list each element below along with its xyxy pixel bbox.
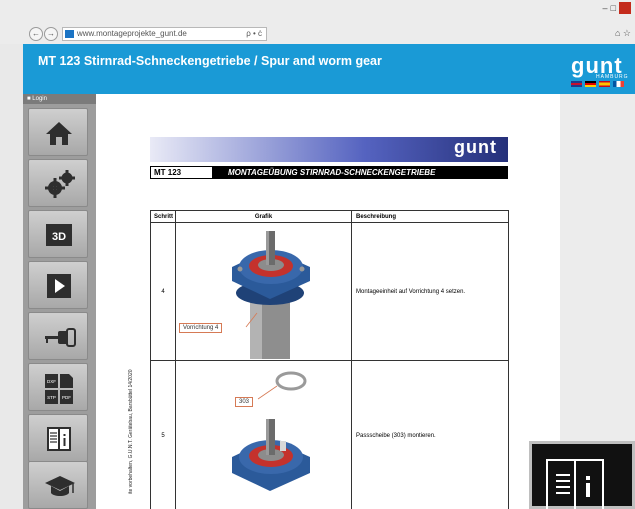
table-header-row: Schritt Grafik Beschreibung [150,210,509,223]
fixture-callout: Vorrichtung 4 [179,323,223,333]
column-header-description: Beschreibung [351,210,509,223]
play-video-button[interactable] [28,261,88,309]
column-header-graphic: Grafik [175,210,352,223]
svg-text:STP: STP [47,395,56,400]
home-button[interactable] [28,108,88,156]
page-title: MT 123 Stirnrad-Schneckengetriebe / Spur… [38,54,382,68]
browser-chrome: – □ ← → www.montageprojekte_gunt.de ρ • … [0,0,635,44]
copyright-note: ite vorbehalten, G.U.N.T. Gerätebau, Bar… [128,344,138,499]
gears-icon [45,170,75,198]
document-logo-text: gunt [454,137,497,157]
sidebar: 3D DXF STP PDF [23,104,96,509]
step-graphic: 303 [175,360,352,509]
flag-de-icon[interactable] [585,81,596,87]
shim-callout: 303 [235,397,254,407]
book-info-icon [546,459,604,509]
address-bar[interactable]: www.montageprojekte_gunt.de ρ • ċ [62,27,267,41]
step-number: 5 [150,360,176,509]
maximize-button[interactable]: □ [611,3,616,13]
copyright-text: ite vorbehalten, G.U.N.T. Gerätebau, Bar… [128,369,134,494]
shim-assembly-image [232,371,310,491]
search-refresh-icon[interactable]: ρ • ċ [246,28,262,40]
svg-text:PDF: PDF [62,395,71,400]
graduation-cap-icon [45,476,75,496]
svg-text:3D: 3D [52,231,66,243]
home-icon [46,122,72,145]
flag-uk-icon[interactable] [571,81,582,87]
gunt-logo: gunt HAMBURG [571,53,631,80]
forward-button[interactable]: → [44,27,58,41]
downloads-button[interactable]: DXF STP PDF [28,363,88,411]
assembly-steps-table: Schritt Grafik Beschreibung 4 Vorrichtun… [150,210,509,509]
column-header-step: Schritt [150,210,176,223]
back-button[interactable]: ← [29,27,43,41]
document-title-row: MT 123 MONTAGEÜBUNG STIRNRAD-SCHNECKENGE… [150,166,508,179]
key-config-button[interactable] [28,312,88,360]
language-flags [571,81,624,87]
address-url: www.montageprojekte_gunt.de [77,29,187,38]
flag-fr-icon[interactable] [613,81,624,87]
3d-view-button[interactable]: 3D [28,210,88,258]
step-description: Montageeinheit auf Vorrichtung 4 setzen. [351,222,509,361]
flag-es-icon[interactable] [599,81,610,87]
gunt-logo-subtext: HAMBURG [596,74,629,80]
info-manual-button[interactable] [529,441,635,509]
step-description: Passscheibe (303) montieren. [351,360,509,509]
document-code: MT 123 [150,166,213,179]
table-row: 4 Vorrichtung 4 Montageeinheit auf Vorri… [150,222,509,361]
gears-button[interactable] [28,159,88,207]
app-window: – □ ← → www.montageprojekte_gunt.de ρ • … [0,0,635,509]
education-button[interactable] [28,461,88,509]
book-info-icon [47,427,71,451]
step-number: 4 [150,222,176,361]
title-banner: MT 123 Stirnrad-Schneckengetriebe / Spur… [23,44,635,94]
play-icon [47,274,71,298]
svg-text:DXF: DXF [47,379,56,384]
minimize-button[interactable]: – [603,3,608,13]
manual-button[interactable] [28,414,88,462]
file-formats-icon: DXF STP PDF [45,374,73,404]
site-favicon-icon [65,30,74,38]
step-graphic: Vorrichtung 4 [175,222,352,361]
table-row: 5 303 Passscheibe (303) montieren. [150,360,509,509]
login-link[interactable]: ■ Login [23,94,96,104]
home-favorites-icon[interactable]: ⌂ ☆ [615,28,631,39]
key-icon [45,328,76,347]
close-button[interactable] [619,2,631,14]
3d-icon: 3D [46,224,72,246]
document-viewer[interactable]: gunt MT 123 MONTAGEÜBUNG STIRNRAD-SCHNEC… [96,94,560,509]
document-heading: MONTAGEÜBUNG STIRNRAD-SCHNECKENGETRIEBE [228,168,436,177]
gear-assembly-on-fixture-image [232,231,310,359]
document-gunt-logo: gunt [454,137,506,158]
window-controls: – □ [603,2,631,14]
login-label: Login [32,96,47,102]
